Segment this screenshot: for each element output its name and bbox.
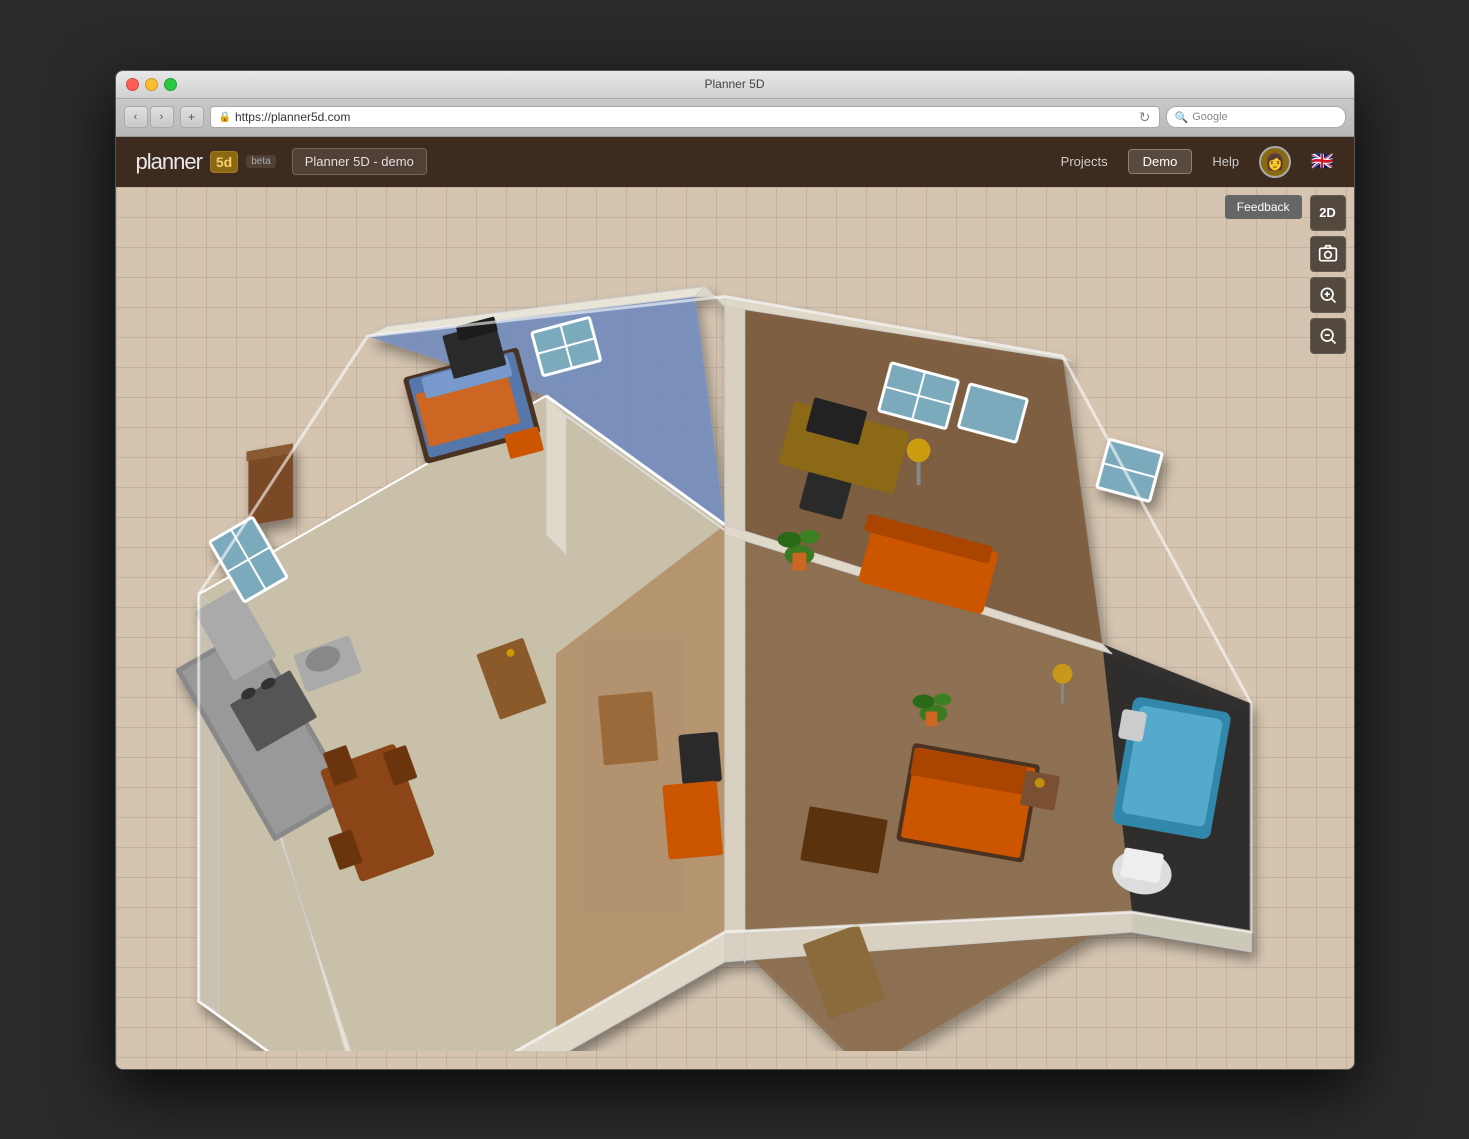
header-nav: Projects Demo Help 👩 🇬🇧 (1061, 146, 1334, 178)
window-title: Planner 5D (704, 77, 764, 91)
app-header: planner 5d beta Planner 5D - demo Projec… (116, 137, 1354, 187)
tools-panel: 2D (1310, 195, 1346, 354)
minimize-button[interactable] (145, 78, 158, 91)
2d-view-button[interactable]: 2D (1310, 195, 1346, 231)
url-text: https://planner5d.com (235, 110, 350, 124)
nav-projects[interactable]: Projects (1061, 154, 1108, 169)
logo-text: planner (136, 149, 202, 175)
title-bar: Planner 5D (116, 71, 1354, 99)
secure-icon: 🔒 (219, 112, 231, 123)
floorplan-svg (136, 217, 1294, 1051)
project-name[interactable]: Planner 5D - demo (292, 148, 427, 175)
zoom-in-button[interactable] (1310, 277, 1346, 313)
logo-box: 5d (210, 151, 238, 173)
beta-badge: beta (246, 155, 275, 168)
2d-label: 2D (1319, 205, 1336, 220)
close-button[interactable] (126, 78, 139, 91)
forward-button[interactable]: › (150, 106, 174, 128)
url-bar[interactable]: 🔒 https://planner5d.com ↻ (210, 106, 1160, 128)
avatar[interactable]: 👩 (1259, 146, 1291, 178)
browser-window: Planner 5D ‹ › + 🔒 https://planner5d.com… (115, 70, 1355, 1070)
refresh-button[interactable]: ↻ (1139, 109, 1151, 126)
nav-help[interactable]: Help (1212, 154, 1239, 169)
zoom-out-button[interactable] (1310, 318, 1346, 354)
nav-buttons: ‹ › (124, 106, 174, 128)
window-controls (126, 78, 177, 91)
screenshot-button[interactable] (1310, 236, 1346, 272)
floor-plan-canvas[interactable] (136, 217, 1294, 1051)
address-bar: ‹ › + 🔒 https://planner5d.com ↻ 🔍 Google (116, 99, 1354, 137)
search-bar[interactable]: 🔍 Google (1166, 106, 1346, 128)
logo-area: planner 5d beta (136, 149, 276, 175)
maximize-button[interactable] (164, 78, 177, 91)
nav-demo[interactable]: Demo (1128, 149, 1193, 174)
new-tab-button[interactable]: + (180, 106, 204, 128)
search-placeholder: Google (1192, 111, 1227, 123)
back-button[interactable]: ‹ (124, 106, 148, 128)
search-icon: 🔍 (1175, 111, 1189, 124)
feedback-button[interactable]: Feedback (1225, 195, 1302, 219)
main-viewport: Feedback 2D (116, 187, 1354, 1070)
language-flag[interactable]: 🇬🇧 (1311, 151, 1333, 172)
